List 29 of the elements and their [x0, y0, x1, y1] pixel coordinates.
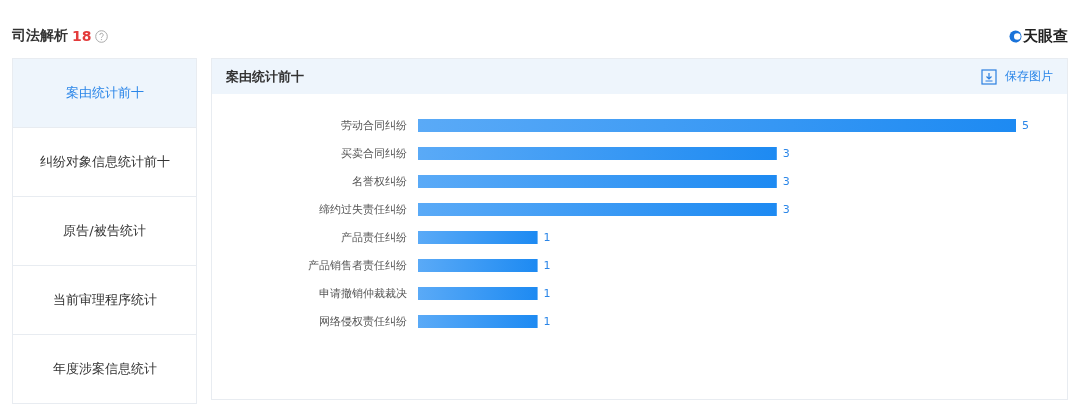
sidebar-tab[interactable]: 当前审理程序统计 [13, 266, 196, 335]
sidebar-tab[interactable]: 纠纷对象信息统计前十 [13, 128, 196, 197]
download-icon [981, 68, 997, 85]
value-label: 3 [782, 175, 790, 188]
value-label: 5 [1022, 119, 1029, 132]
value-label: 1 [543, 231, 551, 244]
category-label: 劳动合同纠纷 [341, 119, 407, 132]
category-label: 产品责任纠纷 [341, 231, 407, 244]
value-label: 1 [543, 287, 551, 300]
sidebar-tab[interactable]: 年度涉案信息统计 [13, 335, 196, 403]
help-icon[interactable] [95, 29, 109, 43]
value-label: 3 [782, 203, 790, 216]
logo-icon [1009, 29, 1022, 43]
category-label: 缔约过失责任纠纷 [319, 203, 407, 216]
category-label: 买卖合同纠纷 [341, 147, 407, 160]
category-label: 产品销售者责任纠纷 [308, 259, 407, 272]
count: 18 [72, 28, 92, 44]
sidebar-tab[interactable]: 原告/被告统计 [13, 197, 196, 266]
save-image-button[interactable]: 保存图片 [981, 68, 1053, 85]
logo-text: 天眼查 [1023, 26, 1068, 46]
panel-title: 案由统计前十 [226, 67, 304, 86]
category-label: 申请撤销仲裁裁决 [319, 287, 407, 300]
value-label: 3 [782, 147, 790, 160]
sidebar-tab[interactable]: 案由统计前十 [13, 59, 196, 128]
value-label: 1 [543, 315, 551, 328]
category-label: 网络侵权责任纠纷 [319, 315, 407, 328]
category-label: 名誉权纠纷 [352, 175, 407, 188]
value-label: 1 [543, 259, 551, 272]
section-title: 司法解析 [12, 27, 68, 45]
